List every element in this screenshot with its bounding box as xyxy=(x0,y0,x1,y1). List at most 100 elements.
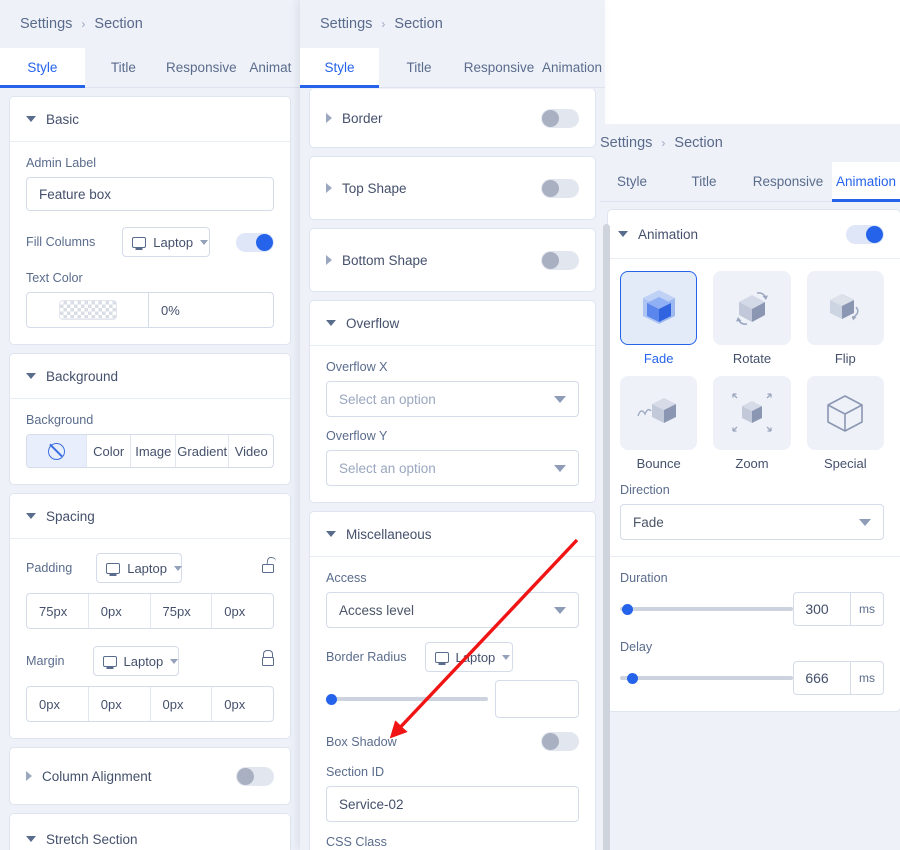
duration-slider[interactable] xyxy=(620,601,794,617)
left-panel-scroll-area[interactable]: Basic Admin Label Fill Columns Laptop Te… xyxy=(0,89,300,850)
border-card-header[interactable]: Border xyxy=(310,89,595,147)
margin-bottom-input[interactable]: 0px xyxy=(151,687,213,721)
column-alignment-header[interactable]: Column Alignment xyxy=(10,748,290,804)
text-color-opacity-value[interactable]: 0% xyxy=(149,293,273,327)
access-level-value: Access level xyxy=(339,602,415,618)
background-type-gradient[interactable]: Gradient xyxy=(176,435,230,467)
chevron-down-icon xyxy=(200,239,209,245)
overflow-y-value: Select an option xyxy=(339,460,436,476)
slider-thumb[interactable] xyxy=(627,672,639,684)
padding-right-input[interactable]: 0px xyxy=(89,594,151,628)
tab-style[interactable]: Style xyxy=(600,162,664,201)
margin-device-select[interactable]: Laptop xyxy=(92,646,179,676)
column-alignment-title: Column Alignment xyxy=(42,768,152,784)
tab-title[interactable]: Title xyxy=(85,48,162,87)
bottom-shape-card-header[interactable]: Bottom Shape xyxy=(310,229,595,291)
tab-responsive-label: Responsive xyxy=(166,60,237,75)
animation-toggle[interactable] xyxy=(846,224,884,244)
background-card-header[interactable]: Background xyxy=(10,354,290,398)
animation-card-header[interactable]: Animation xyxy=(608,210,900,258)
animation-option-rotate-label: Rotate xyxy=(732,351,772,366)
box-shadow-toggle[interactable] xyxy=(541,732,579,751)
animation-options-body: Fade Rotate Flip Bounce Zoom Special Dir… xyxy=(608,258,900,556)
animation-option-special[interactable]: Special xyxy=(806,376,884,471)
margin-left-input[interactable]: 0px xyxy=(212,687,273,721)
stretch-section-header[interactable]: Stretch Section xyxy=(10,814,290,850)
tab-responsive[interactable]: Responsive xyxy=(744,162,832,201)
border-radius-slider[interactable] xyxy=(326,691,488,707)
spacing-card-header[interactable]: Spacing xyxy=(10,494,290,538)
animation-option-flip[interactable]: Flip xyxy=(806,271,884,366)
text-color-swatch-cell[interactable] xyxy=(27,293,149,327)
animation-option-rotate-tile xyxy=(713,271,791,345)
padding-lock-icon[interactable] xyxy=(262,563,274,573)
breadcrumb: Settings › Section xyxy=(300,0,605,48)
right-panel-scroll-area[interactable]: Animation Fade Rotate Flip Bounce Zoom S… xyxy=(600,202,900,850)
animation-option-fade[interactable]: Fade xyxy=(620,271,698,366)
margin-right-input[interactable]: 0px xyxy=(89,687,151,721)
tab-responsive[interactable]: Responsive xyxy=(459,48,539,87)
miscellaneous-card-header[interactable]: Miscellaneous xyxy=(310,512,595,556)
chevron-down-icon xyxy=(170,658,179,664)
tab-style[interactable]: Style xyxy=(300,48,379,88)
breadcrumb: Settings › Section xyxy=(0,0,300,48)
margin-lock-icon[interactable] xyxy=(262,650,274,666)
top-shape-card-title: Top Shape xyxy=(342,180,407,196)
bottom-shape-toggle[interactable] xyxy=(541,250,579,270)
top-shape-toggle[interactable] xyxy=(541,178,579,198)
section-id-input[interactable] xyxy=(326,786,579,822)
color-swatch[interactable] xyxy=(58,300,117,320)
overflow-x-select[interactable]: Select an option xyxy=(326,381,579,417)
middle-panel-scroll-area[interactable]: Border Top Shape Bottom Shape Overflow O… xyxy=(300,89,605,850)
animation-option-fade-label: Fade xyxy=(643,351,674,366)
background-type-color[interactable]: Color xyxy=(87,435,132,467)
background-type-none[interactable] xyxy=(27,435,87,467)
text-color-control[interactable]: 0% xyxy=(26,292,274,328)
section-id-label: Section ID xyxy=(326,765,385,779)
tab-title[interactable]: Title xyxy=(379,48,459,87)
top-shape-card-header[interactable]: Top Shape xyxy=(310,157,595,219)
delay-value[interactable]: 666 xyxy=(794,662,850,694)
padding-bottom-input[interactable]: 75px xyxy=(151,594,213,628)
duration-value[interactable]: 300 xyxy=(794,593,850,625)
border-radius-input[interactable] xyxy=(495,680,579,718)
tab-animation[interactable]: Animation xyxy=(539,48,605,87)
breadcrumb-separator-icon: › xyxy=(81,17,86,31)
right-panel-scrollbar[interactable] xyxy=(603,224,610,850)
access-level-select[interactable]: Access level xyxy=(326,592,579,628)
tab-title[interactable]: Title xyxy=(664,162,744,201)
duration-unit: ms xyxy=(850,593,883,625)
tab-animation[interactable]: Animation xyxy=(832,162,900,202)
breadcrumb-root[interactable]: Settings xyxy=(600,135,652,151)
delay-input-group: 666 ms xyxy=(793,661,884,695)
direction-select[interactable]: Fade xyxy=(620,504,884,540)
fill-columns-device-select[interactable]: Laptop xyxy=(122,227,211,257)
animation-option-rotate[interactable]: Rotate xyxy=(713,271,791,366)
background-type-image[interactable]: Image xyxy=(131,435,177,467)
delay-slider[interactable] xyxy=(620,670,794,686)
column-alignment-toggle[interactable] xyxy=(236,766,274,786)
tab-responsive[interactable]: Responsive xyxy=(162,48,241,87)
border-toggle[interactable] xyxy=(541,108,579,128)
breadcrumb-root[interactable]: Settings xyxy=(320,16,372,32)
monitor-icon xyxy=(434,651,449,663)
tab-animation[interactable]: Animat xyxy=(241,48,300,87)
slider-thumb[interactable] xyxy=(622,603,634,615)
miscellaneous-card: Miscellaneous Access Access level Border… xyxy=(310,512,595,850)
padding-top-input[interactable]: 75px xyxy=(27,594,89,628)
admin-label-input[interactable] xyxy=(26,177,274,211)
slider-thumb[interactable] xyxy=(326,693,337,705)
padding-device-select[interactable]: Laptop xyxy=(96,553,183,583)
padding-left-input[interactable]: 0px xyxy=(212,594,273,628)
margin-top-input[interactable]: 0px xyxy=(27,687,89,721)
background-type-video[interactable]: Video xyxy=(229,435,273,467)
overflow-card-header[interactable]: Overflow xyxy=(310,301,595,345)
breadcrumb-root[interactable]: Settings xyxy=(20,16,72,32)
animation-option-zoom[interactable]: Zoom xyxy=(713,376,791,471)
fill-columns-toggle[interactable] xyxy=(236,232,274,252)
overflow-y-select[interactable]: Select an option xyxy=(326,450,579,486)
basic-card-header[interactable]: Basic xyxy=(10,97,290,141)
border-radius-device-select[interactable]: Laptop xyxy=(424,642,513,672)
tab-style[interactable]: Style xyxy=(0,48,85,88)
animation-option-bounce[interactable]: Bounce xyxy=(620,376,698,471)
